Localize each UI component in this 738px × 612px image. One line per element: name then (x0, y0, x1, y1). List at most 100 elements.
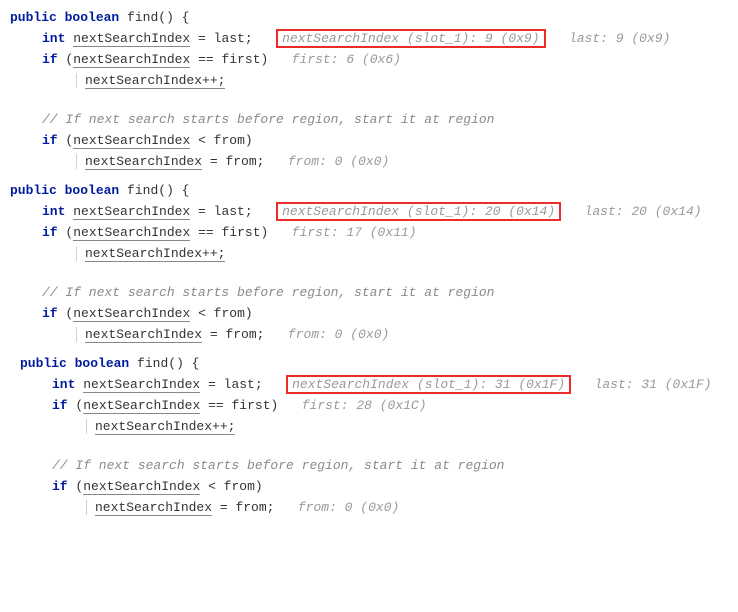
rhs-last: last (224, 377, 255, 392)
op-lt: < (190, 306, 213, 321)
first-annotation: first: 28 (0x1C) (302, 398, 427, 413)
code-block: public boolean find() {int nextSearchInd… (10, 8, 728, 173)
rhs-from: from (225, 154, 256, 169)
increment-line: nextSearchIndex++; (20, 417, 728, 438)
keyword-if: if (42, 133, 58, 148)
keyword-public: public (10, 183, 57, 198)
keyword-public: public (10, 10, 57, 25)
code-block: public boolean find() { int nextSearchInd… (10, 181, 728, 346)
method-name: find (127, 183, 158, 198)
comment-line: // If next search starts before region, … (20, 456, 728, 477)
keyword-boolean: boolean (65, 183, 120, 198)
close-paren: ) (261, 225, 269, 240)
var-ref[interactable]: nextSearchIndex (73, 133, 190, 149)
first-annotation: first: 6 (0x6) (292, 52, 401, 67)
debug-highlight[interactable]: nextSearchIndex (slot_1): 9 (0x9) (276, 29, 545, 48)
equals: = (190, 31, 213, 46)
if-line-2: if (nextSearchIndex < from) (10, 131, 728, 152)
rhs-last: last (214, 204, 245, 219)
method-name: find (137, 356, 168, 371)
close-paren: ) (255, 479, 263, 494)
from-annotation: from: 0 (0x0) (288, 327, 389, 342)
var-ref[interactable]: nextSearchIndex (95, 500, 212, 516)
rhs-first: first (231, 398, 270, 413)
method-signature: public boolean find() { (10, 8, 728, 29)
paren-brace: () { (158, 183, 189, 198)
keyword-if: if (42, 306, 58, 321)
assign-from-line: nextSearchIndex = from; from: 0 (0x0) (20, 498, 728, 519)
semicolon: ; (255, 377, 263, 392)
debug-highlight[interactable]: nextSearchIndex (slot_1): 31 (0x1F) (286, 375, 571, 394)
keyword-if: if (42, 225, 58, 240)
var-name[interactable]: nextSearchIndex (73, 204, 190, 220)
equals: = (200, 377, 223, 392)
op-eqeq: == (200, 398, 231, 413)
debug-highlight[interactable]: nextSearchIndex (slot_1): 20 (0x14) (276, 202, 561, 221)
rhs-from: from (235, 500, 266, 515)
code-block: public boolean find() { int nextSearchInd… (20, 354, 728, 519)
semicolon: ; (257, 327, 265, 342)
increment-line: nextSearchIndex++; (10, 244, 728, 265)
incr-stmt[interactable]: nextSearchIndex++; (85, 73, 225, 89)
rhs-from: from (224, 479, 255, 494)
method-name: find (127, 10, 158, 25)
op-lt: < (190, 133, 213, 148)
close-paren: ) (261, 52, 269, 67)
var-name[interactable]: nextSearchIndex (83, 377, 200, 393)
var-name[interactable]: nextSearchIndex (73, 31, 190, 47)
keyword-if: if (52, 398, 68, 413)
rhs-from: from (214, 306, 245, 321)
equals: = (190, 204, 213, 219)
semicolon: ; (257, 154, 265, 169)
incr-stmt[interactable]: nextSearchIndex++; (95, 419, 235, 435)
comment-text: // If next search starts before region, … (42, 112, 494, 127)
op-lt: < (200, 479, 223, 494)
if-line: if (nextSearchIndex == first) first: 6 (… (10, 50, 728, 71)
rhs-from: from (225, 327, 256, 342)
equals: = (202, 327, 225, 342)
comment-line: // If next search starts before region, … (10, 283, 728, 304)
comment-text: // If next search starts before region, … (52, 458, 504, 473)
paren-brace: () { (158, 10, 189, 25)
last-annotation: last: 31 (0x1F) (595, 377, 712, 392)
keyword-if: if (52, 479, 68, 494)
var-ref[interactable]: nextSearchIndex (85, 154, 202, 170)
keyword-if: if (42, 52, 58, 67)
rhs-last: last (214, 31, 245, 46)
blank-line (10, 265, 728, 283)
keyword-int: int (42, 204, 65, 219)
equals: = (212, 500, 235, 515)
if-line-2: if (nextSearchIndex < from) (20, 477, 728, 498)
comment-text: // If next search starts before region, … (42, 285, 494, 300)
var-ref[interactable]: nextSearchIndex (85, 327, 202, 343)
var-ref[interactable]: nextSearchIndex (83, 479, 200, 495)
if-line: if (nextSearchIndex == first) first: 17 … (10, 223, 728, 244)
var-ref[interactable]: nextSearchIndex (73, 306, 190, 322)
first-annotation: first: 17 (0x11) (292, 225, 417, 240)
if-line-2: if (nextSearchIndex < from) (10, 304, 728, 325)
if-line: if (nextSearchIndex == first) first: 28 … (20, 396, 728, 417)
assign-line: int nextSearchIndex = last; nextSearchIn… (10, 29, 728, 50)
from-annotation: from: 0 (0x0) (298, 500, 399, 515)
incr-stmt[interactable]: nextSearchIndex++; (85, 246, 225, 262)
keyword-public: public (20, 356, 67, 371)
rhs-first: first (221, 52, 260, 67)
var-ref[interactable]: nextSearchIndex (73, 225, 190, 241)
method-signature: public boolean find() { (20, 354, 728, 375)
assign-from-line: nextSearchIndex = from; from: 0 (0x0) (10, 325, 728, 346)
keyword-int: int (52, 377, 75, 392)
rhs-first: first (221, 225, 260, 240)
close-paren: ) (245, 306, 253, 321)
from-annotation: from: 0 (0x0) (288, 154, 389, 169)
semicolon: ; (245, 204, 253, 219)
equals: = (202, 154, 225, 169)
comment-line: // If next search starts before region, … (10, 110, 728, 131)
blank-line (20, 438, 728, 456)
keyword-boolean: boolean (75, 356, 130, 371)
var-ref[interactable]: nextSearchIndex (83, 398, 200, 414)
last-annotation: last: 9 (0x9) (569, 31, 670, 46)
var-ref[interactable]: nextSearchIndex (73, 52, 190, 68)
close-paren: ) (271, 398, 279, 413)
close-paren: ) (245, 133, 253, 148)
assign-line: int nextSearchIndex = last; nextSearchIn… (10, 202, 728, 223)
